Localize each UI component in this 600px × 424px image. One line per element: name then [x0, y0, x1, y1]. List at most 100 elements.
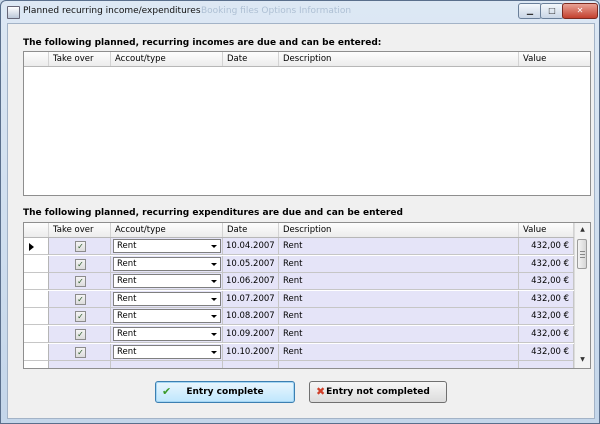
expenditure-header-account[interactable]: Accout/type — [111, 223, 223, 237]
take-over-cell[interactable]: ✓ — [49, 290, 111, 308]
row-cell-partial[interactable] — [279, 361, 519, 368]
scroll-up-button[interactable]: ▲ — [575, 223, 590, 237]
close-button[interactable]: ✕ — [562, 3, 598, 19]
account-combobox[interactable]: Rent — [113, 239, 221, 253]
date-cell[interactable]: 10.09.2007 — [223, 326, 279, 343]
row-cell-partial[interactable] — [49, 361, 111, 368]
account-combobox[interactable]: Rent — [113, 274, 221, 289]
income-header-pointer-col — [24, 52, 49, 66]
expenditure-grid-header: Take over Accout/type Date Description V… — [24, 223, 590, 238]
table-row[interactable]: ✓ Rent 10.04.2007 Rent 432,00 € — [24, 238, 574, 255]
dialog-body: The following planned, recurring incomes… — [7, 23, 595, 419]
account-combobox[interactable]: Rent — [113, 344, 221, 359]
take-over-cell[interactable]: ✓ — [49, 308, 111, 326]
account-value: Rent — [117, 293, 137, 304]
scroll-down-button[interactable]: ▼ — [575, 353, 590, 367]
account-combobox[interactable]: Rent — [113, 309, 221, 324]
take-over-cell[interactable]: ✓ — [49, 238, 111, 255]
maximize-button[interactable]: □ — [540, 3, 564, 19]
expenditure-grid[interactable]: Take over Accout/type Date Description V… — [23, 222, 591, 369]
value-cell[interactable]: 432,00 € — [519, 255, 574, 273]
expenditure-scrollbar[interactable]: ▲ ▼ — [574, 223, 590, 368]
scroll-grip — [580, 254, 585, 255]
entry-complete-button[interactable]: ✔ Entry complete — [155, 381, 295, 403]
expenditure-header-date[interactable]: Date — [223, 223, 279, 237]
table-row[interactable]: ✓ Rent 10.08.2007 Rent 432,00 € — [24, 308, 574, 326]
chevron-down-icon[interactable] — [208, 310, 220, 323]
description-cell[interactable]: Rent — [279, 255, 519, 273]
take-over-checkbox[interactable]: ✓ — [75, 293, 86, 305]
value-cell[interactable]: 432,00 € — [519, 290, 574, 308]
chevron-down-icon[interactable] — [208, 328, 220, 340]
account-cell[interactable]: Rent — [111, 273, 223, 291]
description-cell[interactable]: Rent — [279, 343, 519, 361]
take-over-checkbox[interactable]: ✓ — [75, 346, 86, 358]
minimize-button[interactable]: ▁ — [518, 3, 542, 19]
minimize-icon: ▁ — [526, 6, 534, 15]
window-title: Planned recurring income/expenditures — [23, 6, 201, 16]
description-cell[interactable]: Rent — [279, 326, 519, 343]
date-cell[interactable]: 10.07.2007 — [223, 290, 279, 308]
chevron-down-icon[interactable] — [208, 257, 220, 270]
income-grid[interactable]: Take over Accout/type Date Description V… — [23, 51, 591, 196]
row-cell-partial[interactable] — [223, 361, 279, 368]
value-cell[interactable]: 432,00 € — [519, 238, 574, 255]
chevron-down-icon[interactable] — [208, 275, 220, 288]
expenditure-header-description[interactable]: Description — [279, 223, 519, 237]
account-cell[interactable]: Rent — [111, 255, 223, 273]
income-header-date[interactable]: Date — [223, 52, 279, 66]
scroll-grip — [580, 257, 585, 258]
account-cell[interactable]: Rent — [111, 290, 223, 308]
title-bar[interactable]: Planned recurring income/expenditures Bo… — [1, 1, 599, 23]
date-cell[interactable]: 10.10.2007 — [223, 343, 279, 361]
take-over-cell[interactable]: ✓ — [49, 326, 111, 343]
description-cell[interactable]: Rent — [279, 290, 519, 308]
description-cell[interactable]: Rent — [279, 238, 519, 255]
chevron-down-icon[interactable] — [208, 292, 220, 305]
income-header-account[interactable]: Accout/type — [111, 52, 223, 66]
take-over-checkbox[interactable]: ✓ — [75, 329, 86, 340]
account-cell[interactable]: Rent — [111, 343, 223, 361]
value-cell[interactable]: 432,00 € — [519, 326, 574, 343]
scroll-thumb[interactable] — [577, 239, 587, 269]
app-icon — [7, 6, 20, 19]
expenditure-header-take-over[interactable]: Take over — [49, 223, 111, 237]
date-cell[interactable]: 10.06.2007 — [223, 273, 279, 291]
take-over-checkbox[interactable]: ✓ — [75, 258, 86, 270]
account-cell[interactable]: Rent — [111, 326, 223, 343]
row-cell-partial[interactable] — [111, 361, 223, 368]
value-cell[interactable]: 432,00 € — [519, 343, 574, 361]
table-row[interactable]: ✓ Rent 10.10.2007 Rent 432,00 € — [24, 343, 574, 361]
row-cell-partial[interactable] — [519, 361, 574, 368]
table-row[interactable]: ✓ Rent 10.07.2007 Rent 432,00 € — [24, 290, 574, 308]
value-cell[interactable]: 432,00 € — [519, 308, 574, 326]
table-row[interactable]: ✓ Rent 10.05.2007 Rent 432,00 € — [24, 255, 574, 273]
take-over-checkbox[interactable]: ✓ — [75, 241, 86, 252]
value-cell[interactable]: 432,00 € — [519, 273, 574, 291]
expenditure-header-value[interactable]: Value — [519, 223, 574, 237]
take-over-cell[interactable]: ✓ — [49, 255, 111, 273]
entry-not-completed-button[interactable]: ✖ Entry not completed — [309, 381, 447, 403]
date-cell[interactable]: 10.08.2007 — [223, 308, 279, 326]
table-row[interactable]: ✓ Rent 10.06.2007 Rent 432,00 € — [24, 273, 574, 291]
date-cell[interactable]: 10.04.2007 — [223, 238, 279, 255]
income-header-description[interactable]: Description — [279, 52, 519, 66]
table-row[interactable]: ✓ Rent 10.09.2007 Rent 432,00 € — [24, 326, 574, 343]
table-row[interactable] — [24, 361, 574, 368]
chevron-down-icon[interactable] — [208, 240, 220, 252]
income-header-take-over[interactable]: Take over — [49, 52, 111, 66]
chevron-down-icon[interactable] — [208, 345, 220, 358]
date-cell[interactable]: 10.05.2007 — [223, 255, 279, 273]
account-cell[interactable]: Rent — [111, 308, 223, 326]
account-combobox[interactable]: Rent — [113, 256, 221, 271]
account-combobox[interactable]: Rent — [113, 327, 221, 341]
account-combobox[interactable]: Rent — [113, 291, 221, 306]
description-cell[interactable]: Rent — [279, 273, 519, 291]
take-over-cell[interactable]: ✓ — [49, 273, 111, 291]
take-over-cell[interactable]: ✓ — [49, 343, 111, 361]
description-cell[interactable]: Rent — [279, 308, 519, 326]
take-over-checkbox[interactable]: ✓ — [75, 311, 86, 323]
take-over-checkbox[interactable]: ✓ — [75, 276, 86, 288]
account-cell[interactable]: Rent — [111, 238, 223, 255]
income-header-value[interactable]: Value — [519, 52, 590, 66]
